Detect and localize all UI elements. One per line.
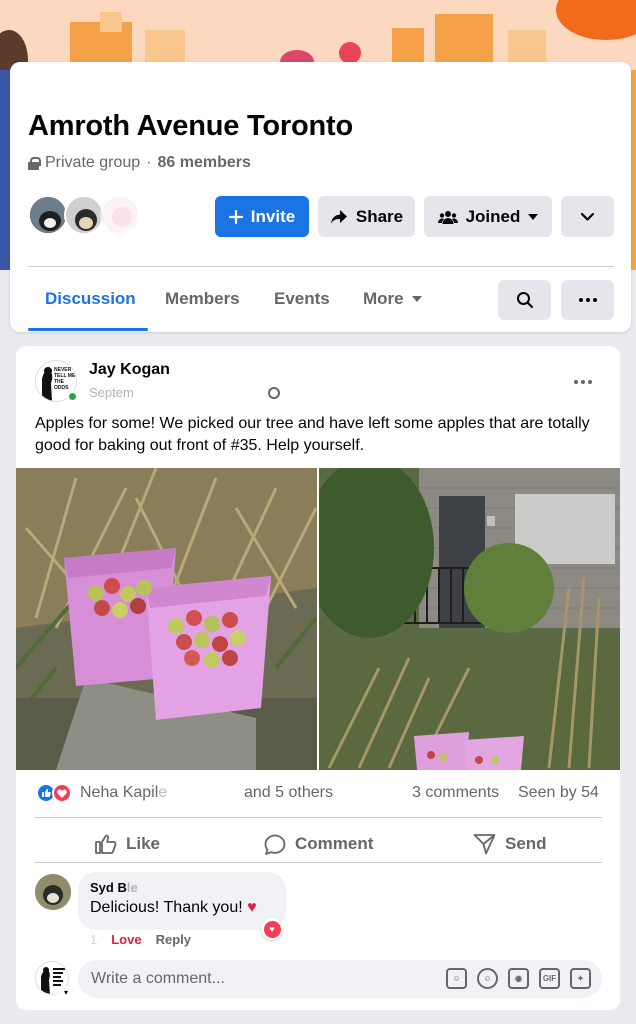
group-privacy: Private group bbox=[45, 154, 141, 171]
comment-time: 1 bbox=[90, 932, 98, 947]
tab-members[interactable]: Members bbox=[165, 289, 240, 309]
sticker-icon[interactable]: ✦ bbox=[570, 968, 591, 989]
like-label: Like bbox=[126, 834, 161, 853]
seen-by-count[interactable]: Seen by 54 bbox=[518, 784, 599, 802]
tab-more[interactable]: More bbox=[363, 289, 422, 309]
search-button[interactable] bbox=[498, 280, 551, 320]
send-icon bbox=[473, 834, 496, 855]
love-reaction-icon: ♥ bbox=[263, 920, 281, 938]
commenter-name-text: Syd B bbox=[90, 880, 127, 895]
globe-icon bbox=[267, 386, 280, 399]
comment-label: Comment bbox=[295, 834, 374, 853]
actions-divider-top bbox=[34, 817, 602, 818]
plus-icon bbox=[228, 209, 243, 224]
post-body-text: Apples for some! We picked our tree and … bbox=[35, 415, 590, 454]
post-photo[interactable] bbox=[319, 468, 620, 770]
share-arrow-icon bbox=[330, 209, 347, 224]
comment-bubble: Syd Ble Delicious! Thank you! ♥ bbox=[78, 872, 286, 930]
share-button[interactable]: Share bbox=[318, 196, 415, 237]
cover-building bbox=[392, 28, 424, 62]
tabs-more-button[interactable] bbox=[561, 280, 614, 320]
member-count[interactable]: 86 members bbox=[158, 154, 251, 172]
header-divider bbox=[28, 266, 614, 267]
post-photo[interactable] bbox=[16, 468, 317, 770]
ellipsis-icon bbox=[578, 298, 597, 302]
reaction-summary[interactable]: Neha Kapile bbox=[36, 783, 167, 803]
avatar[interactable] bbox=[64, 195, 104, 235]
caret-down-icon bbox=[411, 296, 422, 302]
share-label: Share bbox=[355, 206, 404, 226]
joined-button[interactable]: Joined bbox=[424, 196, 552, 237]
comment-text-body: Delicious! Thank you! bbox=[90, 899, 243, 916]
avatar[interactable] bbox=[28, 195, 68, 235]
heart-emoji-icon: ♥ bbox=[247, 899, 257, 916]
reactor-name-fade: e bbox=[158, 784, 168, 801]
post-card: NEVER TELL ME THE ODDS Jay Kogan Septem … bbox=[16, 346, 620, 1010]
group-header-card: Amroth Avenue Toronto Private group · 86… bbox=[10, 62, 631, 332]
comment-reply-button[interactable]: Reply bbox=[156, 932, 191, 947]
comments-count[interactable]: 3 comments bbox=[412, 784, 499, 802]
post-timestamp[interactable]: Septem bbox=[89, 385, 280, 400]
emoji-icon[interactable]: ☺ bbox=[477, 968, 498, 989]
invite-button[interactable]: Invite bbox=[215, 196, 309, 237]
avatar-sticker-icon[interactable]: ☺ bbox=[446, 968, 467, 989]
chevron-down-icon bbox=[581, 212, 594, 221]
post-time-text: Septem bbox=[89, 385, 134, 400]
thumbs-up-icon bbox=[95, 834, 117, 854]
commenter-name[interactable]: Syd Ble bbox=[90, 880, 274, 895]
search-icon bbox=[516, 292, 533, 309]
reactor-name[interactable]: Neha Kapile bbox=[80, 784, 167, 802]
avatar[interactable] bbox=[100, 195, 140, 235]
caret-down-icon bbox=[528, 213, 539, 220]
send-button[interactable]: Send bbox=[473, 827, 547, 861]
cover-building bbox=[508, 30, 546, 62]
invite-label: Invite bbox=[250, 206, 296, 226]
comment-love-badge[interactable]: ♥ bbox=[261, 918, 283, 940]
apples-bins-photo bbox=[16, 468, 317, 770]
group-title: Amroth Avenue Toronto bbox=[28, 110, 353, 142]
commenter-avatar[interactable] bbox=[35, 874, 71, 910]
comment-meta: 1 Love Reply bbox=[90, 932, 191, 947]
cover-flower bbox=[339, 42, 361, 64]
tab-more-label: More bbox=[363, 289, 404, 308]
active-tab-indicator bbox=[28, 328, 148, 331]
house-front-photo bbox=[319, 468, 620, 770]
lock-icon bbox=[28, 156, 41, 170]
gif-icon[interactable]: GIF bbox=[539, 968, 560, 989]
comment-love-button[interactable]: Love bbox=[111, 932, 141, 947]
commenter-name-fade: le bbox=[126, 880, 138, 895]
member-avatars[interactable] bbox=[28, 195, 140, 237]
group-meta: Private group · 86 members bbox=[28, 154, 251, 172]
avatar-lettering: NEVER TELL ME THE ODDS bbox=[54, 367, 76, 391]
tab-events[interactable]: Events bbox=[274, 289, 330, 309]
cover-building bbox=[100, 12, 122, 32]
actions-divider-bottom bbox=[34, 862, 602, 863]
composer-tools: ☺ ☺ ◉ GIF ✦ bbox=[446, 968, 591, 989]
comment-text: Delicious! Thank you! ♥ bbox=[90, 899, 274, 917]
like-button[interactable]: Like bbox=[95, 827, 160, 861]
ellipsis-icon bbox=[574, 380, 592, 384]
send-label: Send bbox=[505, 834, 547, 853]
tab-discussion[interactable]: Discussion bbox=[45, 289, 136, 309]
meta-separator: · bbox=[146, 154, 152, 171]
post-author-name[interactable]: Jay Kogan bbox=[89, 361, 170, 379]
reactor-name-text: Neha Kapil bbox=[80, 784, 159, 801]
chevron-down-icon[interactable]: ▾ bbox=[60, 986, 72, 998]
camera-icon[interactable]: ◉ bbox=[508, 968, 529, 989]
post-options-button[interactable] bbox=[574, 368, 592, 389]
group-more-button[interactable] bbox=[561, 196, 614, 237]
joined-label: Joined bbox=[465, 206, 521, 226]
cover-building bbox=[145, 30, 185, 62]
comment-bubble-icon bbox=[264, 834, 286, 855]
other-reactors[interactable]: and 5 others bbox=[244, 784, 333, 802]
comment-button[interactable]: Comment bbox=[264, 827, 373, 861]
online-status-indicator bbox=[67, 391, 78, 402]
love-reaction-icon bbox=[52, 783, 72, 803]
people-icon bbox=[437, 210, 458, 224]
cover-building bbox=[435, 14, 493, 62]
